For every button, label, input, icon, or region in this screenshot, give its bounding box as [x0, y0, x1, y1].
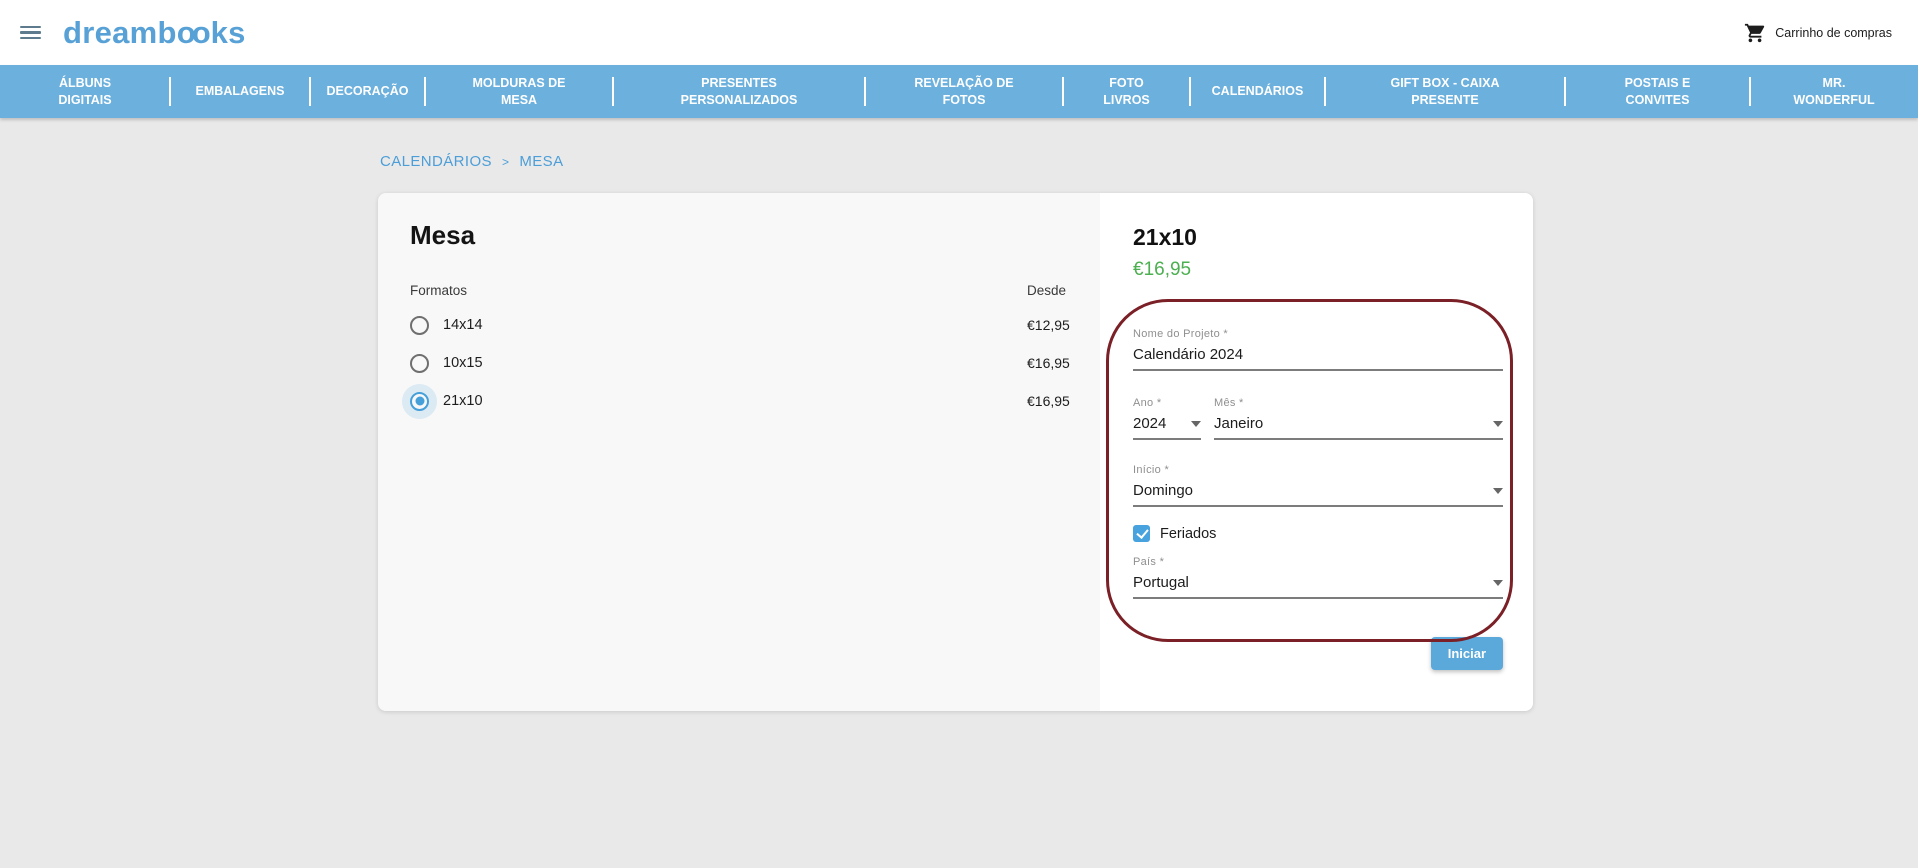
hamburger-menu-icon[interactable] [18, 22, 43, 44]
nav-item-calendarios[interactable]: CALENDÁRIOS [1190, 65, 1325, 118]
year-field[interactable]: Ano * 2024 [1133, 397, 1201, 440]
nav-item-presentes-personalizados[interactable]: PRESENTESPERSONALIZADOS [613, 65, 865, 118]
nav-item-decoracao[interactable]: DECORAÇÃO [310, 65, 425, 118]
chevron-down-icon[interactable] [1191, 421, 1201, 427]
format-option-14x14[interactable]: 14x14 [410, 316, 483, 335]
year-value: 2024 [1133, 415, 1166, 432]
nav-item-albuns-digitais[interactable]: ÁLBUNSDIGITAIS [0, 65, 170, 118]
month-value: Janeiro [1214, 415, 1263, 432]
cart-button[interactable]: Carrinho de compras [1744, 22, 1892, 44]
nav-item-revelacao-de-fotos[interactable]: REVELAÇÃO DEFOTOS [865, 65, 1063, 118]
chevron-down-icon[interactable] [1493, 488, 1503, 494]
start-day-field[interactable]: Início * Domingo [1133, 464, 1503, 507]
format-price: €12,95 [1027, 317, 1073, 333]
selected-format-title: 21x10 [1133, 224, 1503, 251]
format-label: 14x14 [443, 317, 483, 333]
format-option-21x10[interactable]: 21x10 [410, 392, 483, 411]
nav-item-gift-box[interactable]: GIFT BOX - CAIXAPRESENTE [1325, 65, 1565, 118]
radio-unselected-icon[interactable] [410, 316, 429, 335]
top-header: dreambooks Carrinho de compras [0, 0, 1918, 65]
main-navigation: ÁLBUNSDIGITAIS EMBALAGENS DECORAÇÃO MOLD… [0, 65, 1918, 118]
cart-icon [1744, 22, 1766, 44]
start-button[interactable]: Iniciar [1431, 637, 1503, 670]
format-label: 21x10 [443, 393, 483, 409]
breadcrumb-separator-icon: > [502, 155, 509, 169]
breadcrumb-link-calendarios[interactable]: CALENDÁRIOS [380, 153, 492, 170]
format-option-row: 21x10 €16,95 [410, 390, 1073, 412]
price-column-label: Desde [1027, 283, 1073, 298]
format-label: 10x15 [443, 355, 483, 371]
month-label: Mês * [1214, 397, 1503, 409]
config-panel: 21x10 €16,95 Nome do Projeto * Ano * 202… [1100, 193, 1533, 711]
logo-oo: oo [177, 15, 207, 50]
holidays-label: Feriados [1160, 526, 1216, 542]
product-card: Mesa Formatos Desde 14x14 €12,95 10x15 €… [378, 193, 1533, 711]
month-field[interactable]: Mês * Janeiro [1214, 397, 1503, 440]
year-label: Ano * [1133, 397, 1201, 409]
project-name-input[interactable] [1133, 346, 1503, 363]
nav-item-embalagens[interactable]: EMBALAGENS [170, 65, 310, 118]
nav-item-foto-livros[interactable]: FOTOLIVROS [1063, 65, 1190, 118]
format-price: €16,95 [1027, 355, 1073, 371]
page-title: Mesa [410, 220, 1073, 251]
format-option-row: 10x15 €16,95 [410, 352, 1073, 374]
chevron-down-icon[interactable] [1493, 421, 1503, 427]
breadcrumb-current: MESA [519, 153, 563, 170]
start-day-value: Domingo [1133, 482, 1193, 499]
country-field[interactable]: País * Portugal [1133, 556, 1503, 599]
nav-item-mr-wonderful[interactable]: MR.WONDERFUL [1750, 65, 1918, 118]
project-name-label: Nome do Projeto * [1133, 328, 1503, 340]
format-price: €16,95 [1027, 393, 1073, 409]
project-name-field: Nome do Projeto * [1133, 328, 1503, 371]
formats-column-label: Formatos [410, 283, 467, 298]
config-form: Nome do Projeto * Ano * 2024 Mês * Jane [1133, 328, 1503, 670]
nav-item-postais-e-convites[interactable]: POSTAIS ECONVITES [1565, 65, 1750, 118]
radio-selected-icon[interactable] [410, 392, 429, 411]
radio-unselected-icon[interactable] [410, 354, 429, 373]
start-day-label: Início * [1133, 464, 1503, 476]
formats-header: Formatos Desde [410, 283, 1073, 298]
country-label: País * [1133, 556, 1503, 568]
chevron-down-icon[interactable] [1493, 580, 1503, 586]
cart-label: Carrinho de compras [1775, 26, 1892, 40]
format-option-10x15[interactable]: 10x15 [410, 354, 483, 373]
nav-item-molduras-de-mesa[interactable]: MOLDURAS DEMESA [425, 65, 613, 118]
holidays-checkbox[interactable] [1133, 525, 1150, 542]
country-value: Portugal [1133, 574, 1189, 591]
selected-format-price: €16,95 [1133, 259, 1503, 281]
logo-text: dreamb [63, 15, 177, 50]
holidays-row: Feriados [1133, 525, 1503, 542]
format-option-row: 14x14 €12,95 [410, 314, 1073, 336]
logo-text: ks [211, 15, 246, 50]
brand-logo[interactable]: dreambooks [63, 15, 246, 51]
breadcrumb: CALENDÁRIOS > MESA [380, 153, 1918, 170]
formats-section: Mesa Formatos Desde 14x14 €12,95 10x15 €… [378, 193, 1100, 711]
